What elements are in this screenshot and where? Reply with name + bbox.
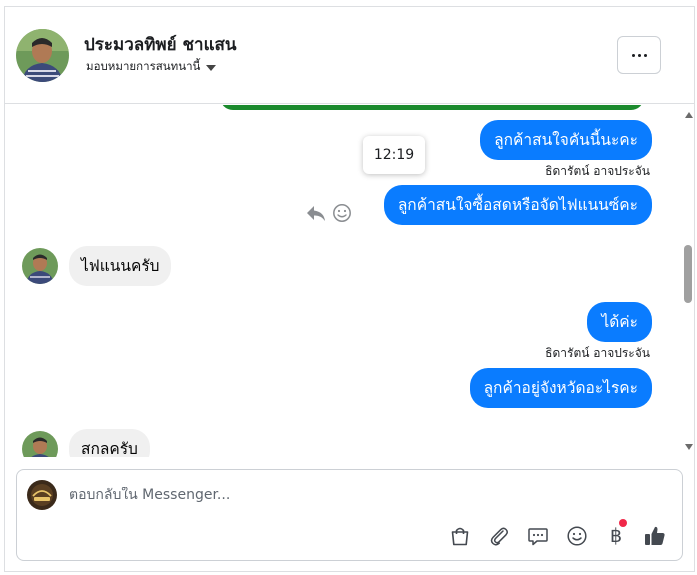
messenger-panel: ประมวลทิพย์ ชาแสน มอบหมายการสนทนานี้ ลูก… [4,6,695,572]
message-bubble-outgoing[interactable]: ได้ค่ะ [587,302,652,342]
react-emoji-icon[interactable] [332,203,352,223]
message-sender: ธิดารัตน์ อาจประจัน [545,346,650,360]
conversation-header: ประมวลทิพย์ ชาแสน มอบหมายการสนทนานี้ [5,7,694,104]
shop-bag-button[interactable] [447,523,473,549]
contact-avatar[interactable] [16,29,69,82]
message-bubble-incoming[interactable]: ไฟแนนครับ [69,246,172,286]
contact-name[interactable]: ประมวลทิพย์ ชาแสน [84,31,237,58]
message-bubble-incoming[interactable]: สกลครับ [69,429,150,457]
composer-toolbar: ฿ [447,519,668,549]
assign-label: มอบหมายการสนทนานี้ [86,59,201,73]
more-dot-icon [631,53,635,57]
message-bubble-outgoing[interactable]: ลูกค้าสนใจซื้อสดหรือจัดไฟแนนซ์คะ [383,185,652,225]
like-button[interactable] [642,523,668,549]
smiley-icon [567,526,587,546]
message-composer: ฿ [16,469,683,561]
more-dot-icon [637,53,641,57]
message-thread: ลูกค้าสนใจคันนี้นะคะ ธิดารัตน์ อาจประจัน… [5,105,694,457]
baht-icon: ฿ [609,525,623,547]
attach-button[interactable] [486,523,512,549]
message-bubble-outgoing[interactable]: ลูกค้าสนใจคันนี้นะคะ [480,120,652,160]
timestamp-tooltip: 12:19 [363,136,425,174]
payment-button[interactable]: ฿ [603,519,629,549]
emoji-button[interactable] [564,523,590,549]
notification-dot [619,519,627,527]
contact-avatar-small [22,431,58,457]
more-dot-icon [643,53,647,57]
message-bubble-outgoing[interactable]: ลูกค้าอยู่จังหวัดอะไรคะ [469,368,652,408]
scroll-up-arrow[interactable] [685,112,693,118]
page-avatar [27,480,57,510]
reply-icon[interactable] [305,203,327,223]
assign-conversation-dropdown[interactable]: มอบหมายการสนทนานี้ [86,58,217,76]
paperclip-icon [490,527,508,546]
reply-input[interactable] [69,487,609,503]
saved-replies-button[interactable] [525,523,551,549]
caret-down-icon [206,65,217,71]
contact-avatar-small [22,248,58,284]
thumbs-up-icon [645,526,665,545]
scrollbar-thumb[interactable] [684,245,692,303]
shopping-bag-icon [451,527,469,546]
message-sender: ธิดารัตน์ อาจประจัน [545,164,650,178]
clipped-attachment[interactable] [220,105,644,110]
scroll-down-arrow[interactable] [685,444,693,450]
more-options-button[interactable] [617,36,661,74]
chat-bubble-icon [528,528,548,546]
